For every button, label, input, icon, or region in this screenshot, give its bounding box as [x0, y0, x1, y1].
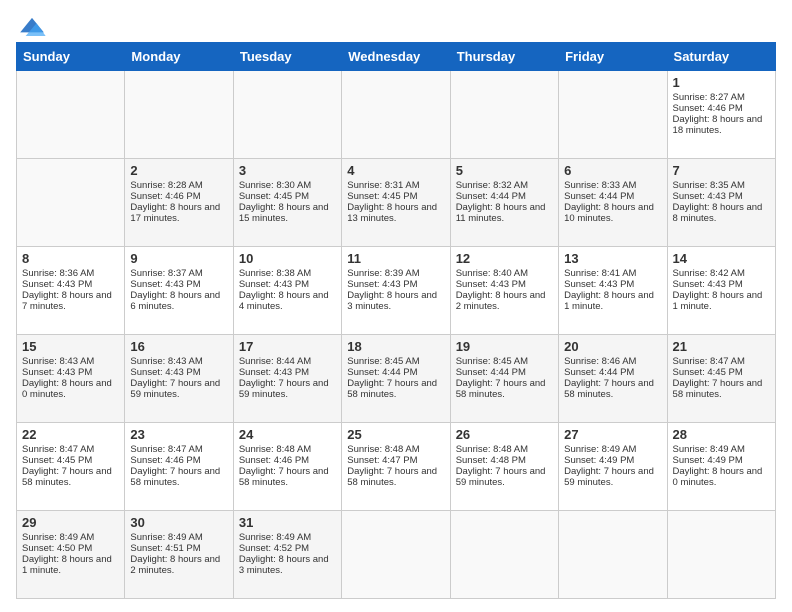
day-cell-31: 31Sunrise: 8:49 AMSunset: 4:52 PMDayligh… — [233, 511, 341, 599]
header-monday: Monday — [125, 43, 233, 71]
day-number: 15 — [22, 339, 119, 354]
empty-cell — [450, 71, 558, 159]
calendar-header-row: SundayMondayTuesdayWednesdayThursdayFrid… — [17, 43, 776, 71]
day-number: 2 — [130, 163, 227, 178]
day-cell-18: 18Sunrise: 8:45 AMSunset: 4:44 PMDayligh… — [342, 335, 450, 423]
empty-cell — [450, 511, 558, 599]
day-number: 21 — [673, 339, 770, 354]
day-cell-25: 25Sunrise: 8:48 AMSunset: 4:47 PMDayligh… — [342, 423, 450, 511]
day-number: 25 — [347, 427, 444, 442]
empty-cell — [667, 511, 775, 599]
empty-cell — [342, 71, 450, 159]
calendar-week-4: 15Sunrise: 8:43 AMSunset: 4:43 PMDayligh… — [17, 335, 776, 423]
day-cell-14: 14Sunrise: 8:42 AMSunset: 4:43 PMDayligh… — [667, 247, 775, 335]
day-number: 5 — [456, 163, 553, 178]
header-thursday: Thursday — [450, 43, 558, 71]
day-number: 10 — [239, 251, 336, 266]
day-cell-13: 13Sunrise: 8:41 AMSunset: 4:43 PMDayligh… — [559, 247, 667, 335]
day-cell-10: 10Sunrise: 8:38 AMSunset: 4:43 PMDayligh… — [233, 247, 341, 335]
day-cell-26: 26Sunrise: 8:48 AMSunset: 4:48 PMDayligh… — [450, 423, 558, 511]
header-wednesday: Wednesday — [342, 43, 450, 71]
day-number: 24 — [239, 427, 336, 442]
day-cell-11: 11Sunrise: 8:39 AMSunset: 4:43 PMDayligh… — [342, 247, 450, 335]
calendar-week-1: 1Sunrise: 8:27 AMSunset: 4:46 PMDaylight… — [17, 71, 776, 159]
day-cell-28: 28Sunrise: 8:49 AMSunset: 4:49 PMDayligh… — [667, 423, 775, 511]
day-number: 30 — [130, 515, 227, 530]
empty-cell — [125, 71, 233, 159]
header — [16, 16, 776, 32]
day-number: 11 — [347, 251, 444, 266]
day-cell-1: 1Sunrise: 8:27 AMSunset: 4:46 PMDaylight… — [667, 71, 775, 159]
empty-cell — [17, 159, 125, 247]
day-number: 27 — [564, 427, 661, 442]
header-friday: Friday — [559, 43, 667, 71]
day-number: 12 — [456, 251, 553, 266]
empty-cell — [17, 71, 125, 159]
day-number: 19 — [456, 339, 553, 354]
day-cell-5: 5Sunrise: 8:32 AMSunset: 4:44 PMDaylight… — [450, 159, 558, 247]
empty-cell — [342, 511, 450, 599]
day-number: 23 — [130, 427, 227, 442]
day-cell-15: 15Sunrise: 8:43 AMSunset: 4:43 PMDayligh… — [17, 335, 125, 423]
day-cell-23: 23Sunrise: 8:47 AMSunset: 4:46 PMDayligh… — [125, 423, 233, 511]
calendar-week-5: 22Sunrise: 8:47 AMSunset: 4:45 PMDayligh… — [17, 423, 776, 511]
day-cell-16: 16Sunrise: 8:43 AMSunset: 4:43 PMDayligh… — [125, 335, 233, 423]
day-number: 16 — [130, 339, 227, 354]
day-number: 4 — [347, 163, 444, 178]
day-number: 7 — [673, 163, 770, 178]
day-cell-9: 9Sunrise: 8:37 AMSunset: 4:43 PMDaylight… — [125, 247, 233, 335]
logo-icon — [18, 16, 46, 36]
day-number: 3 — [239, 163, 336, 178]
day-cell-2: 2Sunrise: 8:28 AMSunset: 4:46 PMDaylight… — [125, 159, 233, 247]
day-cell-17: 17Sunrise: 8:44 AMSunset: 4:43 PMDayligh… — [233, 335, 341, 423]
day-cell-4: 4Sunrise: 8:31 AMSunset: 4:45 PMDaylight… — [342, 159, 450, 247]
day-number: 20 — [564, 339, 661, 354]
day-cell-12: 12Sunrise: 8:40 AMSunset: 4:43 PMDayligh… — [450, 247, 558, 335]
header-sunday: Sunday — [17, 43, 125, 71]
day-cell-22: 22Sunrise: 8:47 AMSunset: 4:45 PMDayligh… — [17, 423, 125, 511]
day-number: 6 — [564, 163, 661, 178]
page: SundayMondayTuesdayWednesdayThursdayFrid… — [0, 0, 792, 612]
day-number: 13 — [564, 251, 661, 266]
calendar-week-3: 8Sunrise: 8:36 AMSunset: 4:43 PMDaylight… — [17, 247, 776, 335]
day-number: 9 — [130, 251, 227, 266]
calendar-week-2: 2Sunrise: 8:28 AMSunset: 4:46 PMDaylight… — [17, 159, 776, 247]
header-tuesday: Tuesday — [233, 43, 341, 71]
day-number: 22 — [22, 427, 119, 442]
empty-cell — [233, 71, 341, 159]
day-cell-19: 19Sunrise: 8:45 AMSunset: 4:44 PMDayligh… — [450, 335, 558, 423]
day-number: 28 — [673, 427, 770, 442]
day-number: 1 — [673, 75, 770, 90]
day-cell-21: 21Sunrise: 8:47 AMSunset: 4:45 PMDayligh… — [667, 335, 775, 423]
day-number: 14 — [673, 251, 770, 266]
day-cell-7: 7Sunrise: 8:35 AMSunset: 4:43 PMDaylight… — [667, 159, 775, 247]
day-number: 26 — [456, 427, 553, 442]
day-cell-30: 30Sunrise: 8:49 AMSunset: 4:51 PMDayligh… — [125, 511, 233, 599]
logo — [16, 16, 46, 32]
day-number: 17 — [239, 339, 336, 354]
empty-cell — [559, 71, 667, 159]
calendar-week-6: 29Sunrise: 8:49 AMSunset: 4:50 PMDayligh… — [17, 511, 776, 599]
day-number: 8 — [22, 251, 119, 266]
day-cell-27: 27Sunrise: 8:49 AMSunset: 4:49 PMDayligh… — [559, 423, 667, 511]
empty-cell — [559, 511, 667, 599]
day-number: 31 — [239, 515, 336, 530]
day-cell-20: 20Sunrise: 8:46 AMSunset: 4:44 PMDayligh… — [559, 335, 667, 423]
header-saturday: Saturday — [667, 43, 775, 71]
logo-text — [16, 16, 46, 36]
day-number: 29 — [22, 515, 119, 530]
day-cell-3: 3Sunrise: 8:30 AMSunset: 4:45 PMDaylight… — [233, 159, 341, 247]
day-cell-24: 24Sunrise: 8:48 AMSunset: 4:46 PMDayligh… — [233, 423, 341, 511]
day-number: 18 — [347, 339, 444, 354]
day-cell-8: 8Sunrise: 8:36 AMSunset: 4:43 PMDaylight… — [17, 247, 125, 335]
calendar: SundayMondayTuesdayWednesdayThursdayFrid… — [16, 42, 776, 599]
day-cell-29: 29Sunrise: 8:49 AMSunset: 4:50 PMDayligh… — [17, 511, 125, 599]
day-cell-6: 6Sunrise: 8:33 AMSunset: 4:44 PMDaylight… — [559, 159, 667, 247]
